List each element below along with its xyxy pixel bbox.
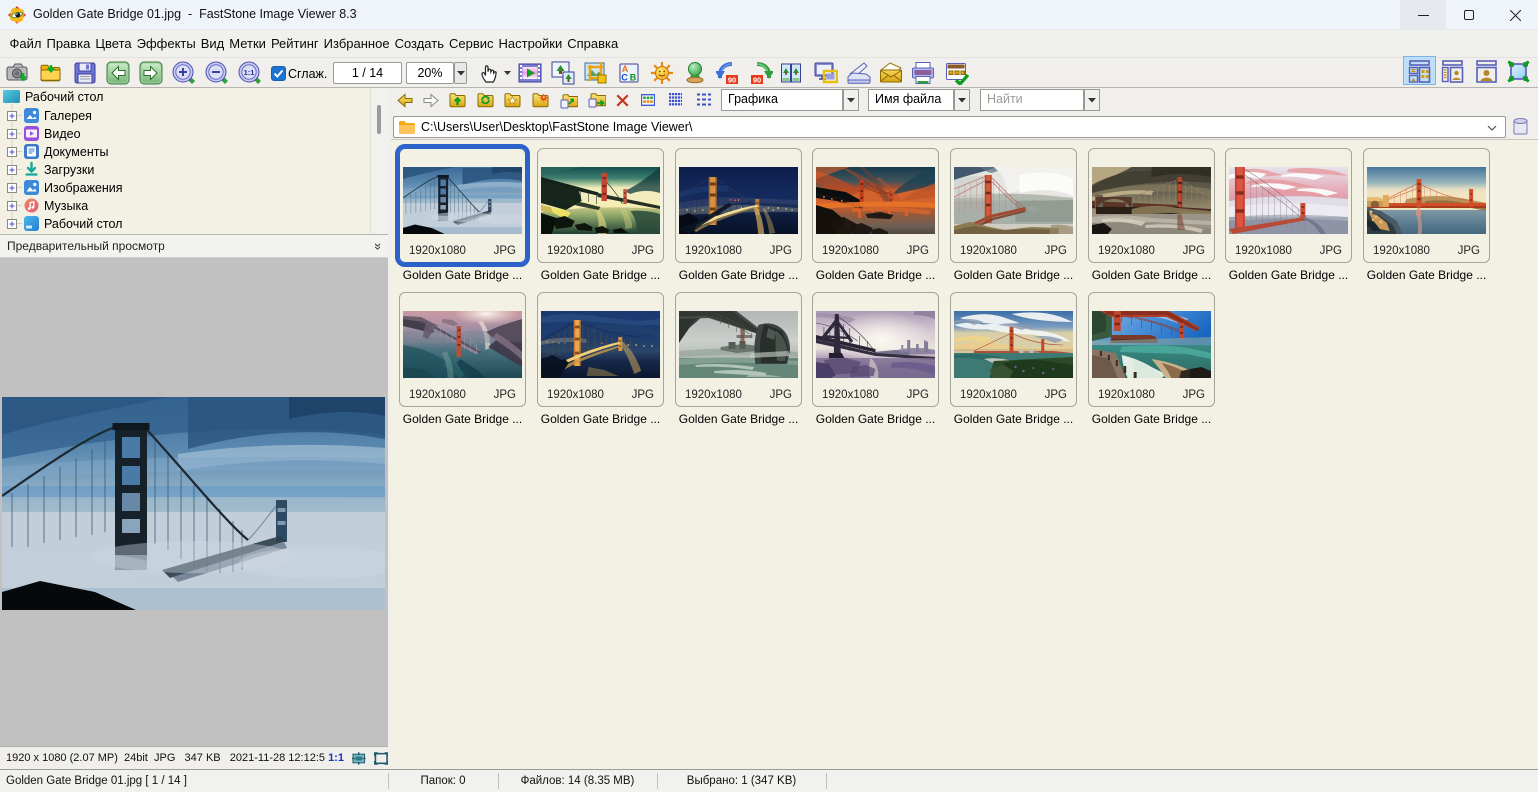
svg-text:90: 90	[728, 76, 736, 85]
svg-text:C: C	[621, 73, 628, 83]
svg-text:B: B	[630, 73, 637, 83]
svg-text:1:1: 1:1	[244, 68, 255, 77]
svg-text:90: 90	[753, 76, 761, 85]
